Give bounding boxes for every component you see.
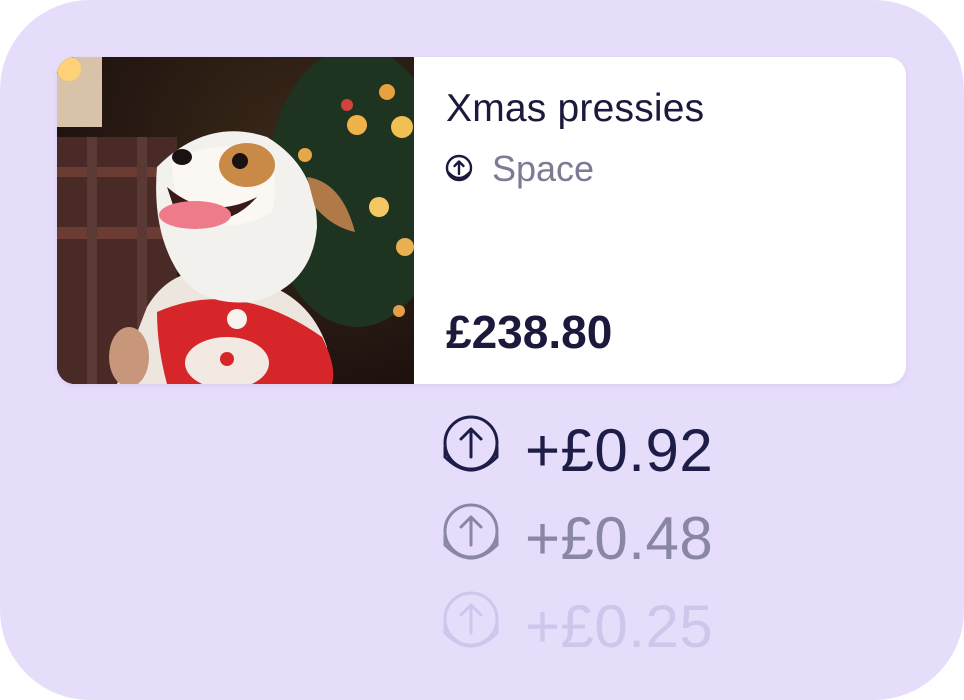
- space-balance: £238.80: [446, 306, 613, 358]
- round-up-coins-icon: [441, 413, 501, 487]
- space-card[interactable]: Xmas pressies Space £238.80: [57, 57, 906, 384]
- space-info: Xmas pressies Space £238.80: [414, 57, 906, 384]
- increment-row: +£0.48: [441, 498, 713, 578]
- increment-amount: +£0.25: [525, 592, 714, 660]
- round-up-coins-icon: [441, 589, 501, 663]
- space-photo: [57, 57, 414, 384]
- increment-row: +£0.92: [441, 410, 713, 490]
- space-type-label: Space: [492, 148, 595, 189]
- increment-row: +£0.25: [441, 586, 713, 666]
- space-type: Space: [444, 148, 595, 189]
- round-up-coins-icon: [441, 501, 501, 575]
- increment-amount: +£0.48: [525, 504, 714, 572]
- space-title: Xmas pressies: [446, 87, 705, 130]
- increment-amount: +£0.92: [525, 416, 714, 484]
- round-up-coin-icon: [444, 154, 474, 184]
- savings-panel: Xmas pressies Space £238.80 +£0.92 +£0.4…: [0, 0, 964, 700]
